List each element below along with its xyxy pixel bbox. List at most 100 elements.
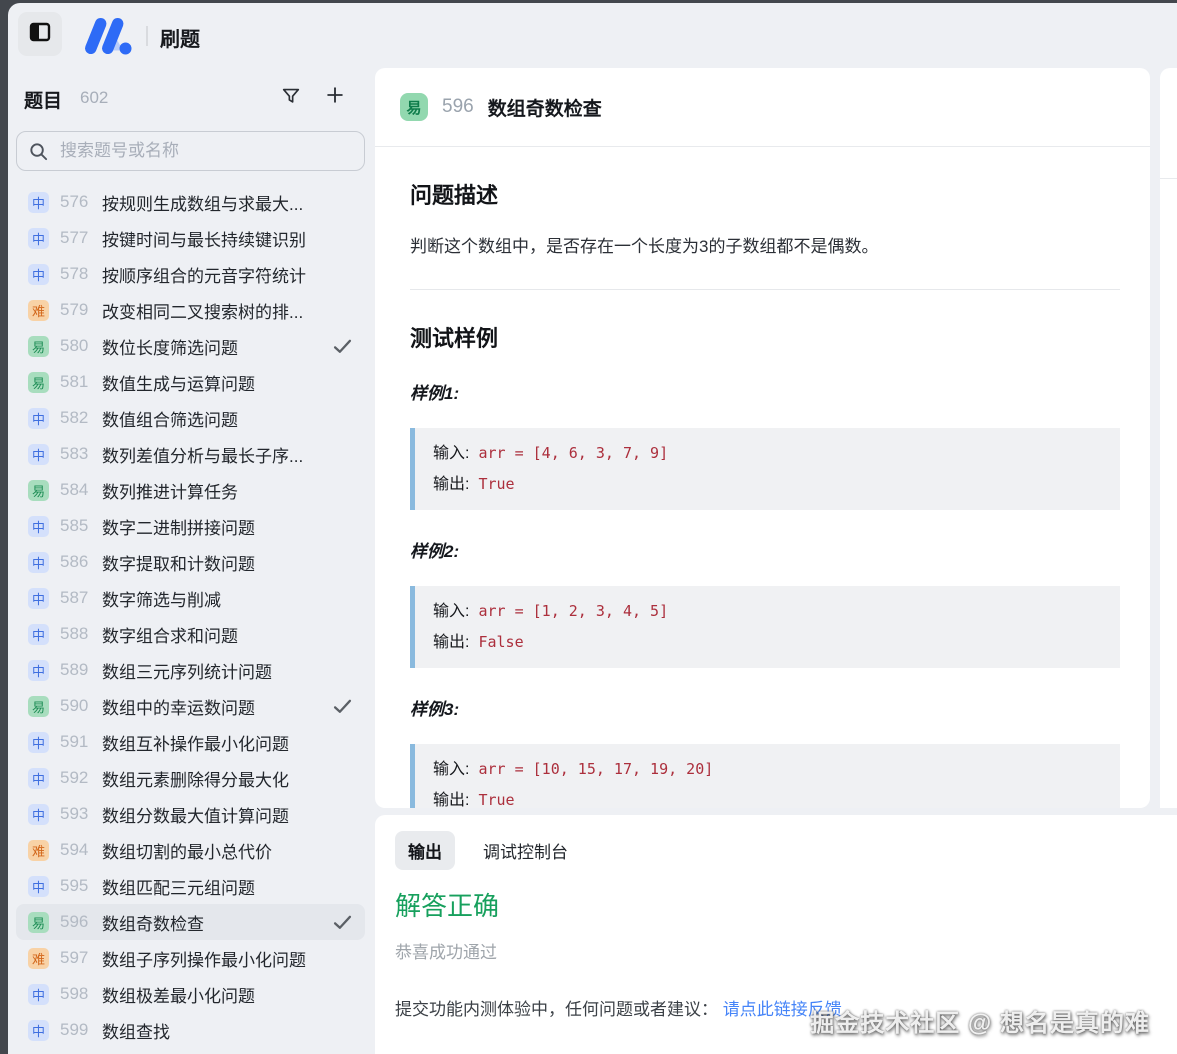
difficulty-badge: 易 <box>28 372 49 393</box>
problem-list-item[interactable]: 中 593 数组分数最大值计算问题 <box>16 796 365 832</box>
check-icon <box>332 696 353 717</box>
example: 样例1: 输入:arr = [4, 6, 3, 7, 9] 输出:True <box>410 384 1120 510</box>
problem-detail-card: 易 596 数组奇数检查 问题描述 判断这个数组中，是否存在一个长度为3的子数组… <box>375 68 1150 808</box>
problem-list-item[interactable]: 易 590 数组中的幸运数问题 <box>16 688 365 724</box>
example-label: 样例1: <box>410 384 1120 404</box>
difficulty-badge: 易 <box>28 480 49 501</box>
problem-list-item[interactable]: 中 598 数组极差最小化问题 <box>16 976 365 1012</box>
problem-number: 578 <box>60 264 94 284</box>
tab-debug-console[interactable]: 调试控制台 <box>481 831 570 870</box>
problem-list-item[interactable]: 中 582 数值组合筛选问题 <box>16 400 365 436</box>
input-label: 输入: <box>433 445 469 462</box>
problem-list-item[interactable]: 中 587 数字筛选与削减 <box>16 580 365 616</box>
problem-list-item[interactable]: 中 585 数字二进制拼接问题 <box>16 508 365 544</box>
problem-number: 580 <box>60 336 94 356</box>
problem-title: 按顺序组合的元音字符统计 <box>102 262 332 287</box>
difficulty-badge: 中 <box>28 984 49 1005</box>
problem-list-item[interactable]: 易 596 数组奇数检查 <box>16 904 365 940</box>
difficulty-badge: 中 <box>28 660 49 681</box>
section-divider <box>410 289 1120 290</box>
problem-title: 数组切割的最小总代价 <box>102 838 332 863</box>
problem-title: 数组分数最大值计算问题 <box>102 802 332 827</box>
output-label: 输出: <box>433 634 469 651</box>
difficulty-badge: 易 <box>400 93 428 121</box>
output-code: True <box>478 475 514 493</box>
filter-button[interactable] <box>278 85 304 111</box>
app-logo[interactable] <box>82 16 134 61</box>
problem-number: 596 <box>442 96 474 118</box>
problem-list-item[interactable]: 易 581 数值生成与运算问题 <box>16 364 365 400</box>
description-heading: 问题描述 <box>410 183 1120 209</box>
sidebar-toggle-button[interactable] <box>18 12 62 56</box>
problem-list-item[interactable]: 难 597 数组子序列操作最小化问题 <box>16 940 365 976</box>
difficulty-badge: 中 <box>28 624 49 645</box>
problem-number: 583 <box>60 444 94 464</box>
output-label: 输出: <box>433 792 469 808</box>
examples-container: 样例1: 输入:arr = [4, 6, 3, 7, 9] 输出:True 样例… <box>410 384 1120 808</box>
problem-title: 改变相同二叉搜索树的排... <box>102 298 332 323</box>
difficulty-badge: 中 <box>28 804 49 825</box>
problem-list-item[interactable]: 难 594 数组切割的最小总代价 <box>16 832 365 868</box>
tab-output[interactable]: 输出 <box>395 831 455 870</box>
problem-list-item[interactable]: 中 589 数组三元序列统计问题 <box>16 652 365 688</box>
search-box[interactable] <box>16 131 365 171</box>
problem-title: 数组查找 <box>102 1018 332 1043</box>
problem-title: 数值组合筛选问题 <box>102 406 332 431</box>
example-output-line: 输出:True <box>433 469 1102 500</box>
problem-number: 579 <box>60 300 94 320</box>
problem-list-item[interactable]: 中 599 数组查找 <box>16 1012 365 1048</box>
difficulty-badge: 中 <box>28 588 49 609</box>
difficulty-badge: 中 <box>28 1020 49 1041</box>
problem-number: 587 <box>60 588 94 608</box>
check-icon <box>332 336 353 357</box>
editor-pane-edge <box>1160 68 1177 808</box>
example-input-line: 输入:arr = [4, 6, 3, 7, 9] <box>433 438 1102 469</box>
problem-list-item[interactable]: 中 591 数组互补操作最小化问题 <box>16 724 365 760</box>
problem-list-item[interactable]: 中 586 数字提取和计数问题 <box>16 544 365 580</box>
difficulty-badge: 中 <box>28 228 49 249</box>
problem-title: 数列差值分析与最长子序... <box>102 442 332 467</box>
problem-list-item[interactable]: 中 577 按键时间与最长持续键识别 <box>16 220 365 256</box>
problem-number: 577 <box>60 228 94 248</box>
problem-title: 按键时间与最长持续键识别 <box>102 226 332 251</box>
app-title: 刷题 <box>160 23 200 52</box>
editor-pane-divider <box>1160 178 1177 179</box>
example-code-block: 输入:arr = [4, 6, 3, 7, 9] 输出:True <box>410 428 1120 510</box>
problem-number: 586 <box>60 552 94 572</box>
problem-list-item[interactable]: 中 583 数列差值分析与最长子序... <box>16 436 365 472</box>
problem-list-item[interactable]: 中 588 数字组合求和问题 <box>16 616 365 652</box>
problem-number: 596 <box>60 912 94 932</box>
problem-number: 590 <box>60 696 94 716</box>
problem-title: 数字提取和计数问题 <box>102 550 332 575</box>
problem-number: 576 <box>60 192 94 212</box>
problem-title: 数组互补操作最小化问题 <box>102 730 332 755</box>
problem-title: 数组极差最小化问题 <box>102 982 332 1007</box>
result-subtitle: 恭喜成功通过 <box>395 938 1157 963</box>
problem-number: 589 <box>60 660 94 680</box>
add-problem-button[interactable] <box>322 84 348 110</box>
problem-list-item[interactable]: 易 584 数列推进计算任务 <box>16 472 365 508</box>
result-status: 解答正确 <box>395 886 1157 923</box>
search-input[interactable] <box>58 140 353 162</box>
sidebar-toggle-icon <box>28 20 52 49</box>
difficulty-badge: 易 <box>28 696 49 717</box>
plus-icon <box>324 84 346 111</box>
problem-number: 595 <box>60 876 94 896</box>
problem-title: 数字二进制拼接问题 <box>102 514 332 539</box>
topbar-divider <box>146 26 148 46</box>
problem-list-item[interactable]: 中 576 按规则生成数组与求最大... <box>16 184 365 220</box>
problem-list-item[interactable]: 易 580 数位长度筛选问题 <box>16 328 365 364</box>
input-code: arr = [1, 2, 3, 4, 5] <box>478 602 668 620</box>
problem-title: 数组中的幸运数问题 <box>102 694 332 719</box>
problem-list-item[interactable]: 中 592 数组元素删除得分最大化 <box>16 760 365 796</box>
example-output-line: 输出: False <box>433 627 1102 658</box>
problem-list-item[interactable]: 中 578 按顺序组合的元音字符统计 <box>16 256 365 292</box>
problem-number: 592 <box>60 768 94 788</box>
output-code: False <box>478 633 523 651</box>
problem-number: 584 <box>60 480 94 500</box>
difficulty-badge: 中 <box>28 732 49 753</box>
problem-list-item[interactable]: 中 595 数组匹配三元组问题 <box>16 868 365 904</box>
problem-title: 数组奇数检查 <box>102 910 332 935</box>
problem-list-item[interactable]: 难 579 改变相同二叉搜索树的排... <box>16 292 365 328</box>
app-window: 刷题 题目 602 中 576 按规则生成数组与求最大... 中 577 <box>8 3 1177 1054</box>
